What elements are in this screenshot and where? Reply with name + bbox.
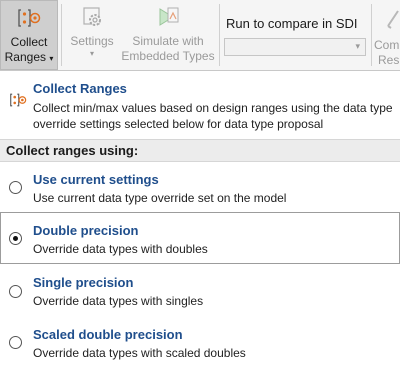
section-title: Collect ranges using: bbox=[6, 143, 139, 158]
compare-label-line1: Com bbox=[374, 38, 400, 52]
compare-label-line2: Resu bbox=[378, 53, 400, 67]
collect-ranges-label-text: Ranges bbox=[4, 50, 46, 64]
toolstrip: Collect Ranges ▾ Settings ▾ Simulate wit… bbox=[0, 0, 400, 71]
option-scaled-double-precision[interactable]: Scaled double precision Override data ty… bbox=[0, 318, 400, 368]
radio-button[interactable] bbox=[9, 336, 22, 349]
chevron-down-icon: ▾ bbox=[355, 41, 360, 51]
option-description: Override data types with doubles bbox=[33, 242, 208, 256]
compare-results-button[interactable]: Com Resu bbox=[374, 0, 400, 70]
radio-button-checked[interactable] bbox=[9, 232, 22, 245]
chevron-down-icon: ▾ bbox=[49, 54, 54, 63]
simulate-with-embedded-types-button[interactable]: Simulate with Embedded Types bbox=[120, 0, 216, 70]
radio-button[interactable] bbox=[9, 285, 22, 298]
menu-header-description: Collect min/max values based on design r… bbox=[33, 101, 393, 131]
option-double-precision[interactable]: Double precision Override data types wit… bbox=[0, 212, 400, 264]
toolbar-divider bbox=[371, 4, 372, 66]
collect-ranges-header: Collect Ranges Collect min/max values ba… bbox=[0, 81, 400, 137]
chevron-down-icon: ▾ bbox=[89, 49, 94, 58]
simulate-label-line2: Embedded Types bbox=[121, 49, 215, 63]
option-title: Double precision bbox=[33, 223, 139, 238]
option-title: Use current settings bbox=[33, 172, 159, 187]
run-to-compare-label: Run to compare in SDI bbox=[226, 16, 358, 31]
option-use-current-settings[interactable]: Use current settings Use current data ty… bbox=[0, 164, 400, 210]
collect-ranges-label-line2: Ranges ▾ bbox=[5, 50, 54, 65]
settings-button[interactable]: Settings ▾ bbox=[64, 0, 120, 70]
simulate-label-line1: Simulate with bbox=[132, 34, 204, 48]
option-title: Scaled double precision bbox=[33, 327, 183, 342]
settings-label: Settings bbox=[70, 34, 114, 48]
run-compare-select[interactable]: ▾ bbox=[224, 38, 366, 56]
simulate-embedded-icon bbox=[155, 0, 181, 34]
toolbar-divider bbox=[219, 4, 220, 66]
compare-results-icon bbox=[386, 8, 400, 34]
section-header: Collect ranges using: bbox=[0, 139, 400, 162]
option-title: Single precision bbox=[33, 275, 134, 290]
option-single-precision[interactable]: Single precision Override data types wit… bbox=[0, 266, 400, 314]
radio-button[interactable] bbox=[9, 181, 22, 194]
collect-ranges-button[interactable]: Collect Ranges ▾ bbox=[0, 0, 58, 70]
option-description: Use current data type override set on th… bbox=[33, 191, 287, 205]
option-description: Override data types with scaled doubles bbox=[33, 346, 246, 360]
collect-ranges-label-line1: Collect bbox=[10, 35, 48, 49]
toolbar-divider bbox=[61, 4, 62, 66]
settings-gear-icon bbox=[80, 0, 104, 34]
option-description: Override data types with singles bbox=[33, 294, 204, 308]
collect-ranges-icon bbox=[17, 1, 41, 35]
collect-ranges-icon bbox=[9, 92, 27, 113]
menu-header-title: Collect Ranges bbox=[33, 81, 127, 96]
